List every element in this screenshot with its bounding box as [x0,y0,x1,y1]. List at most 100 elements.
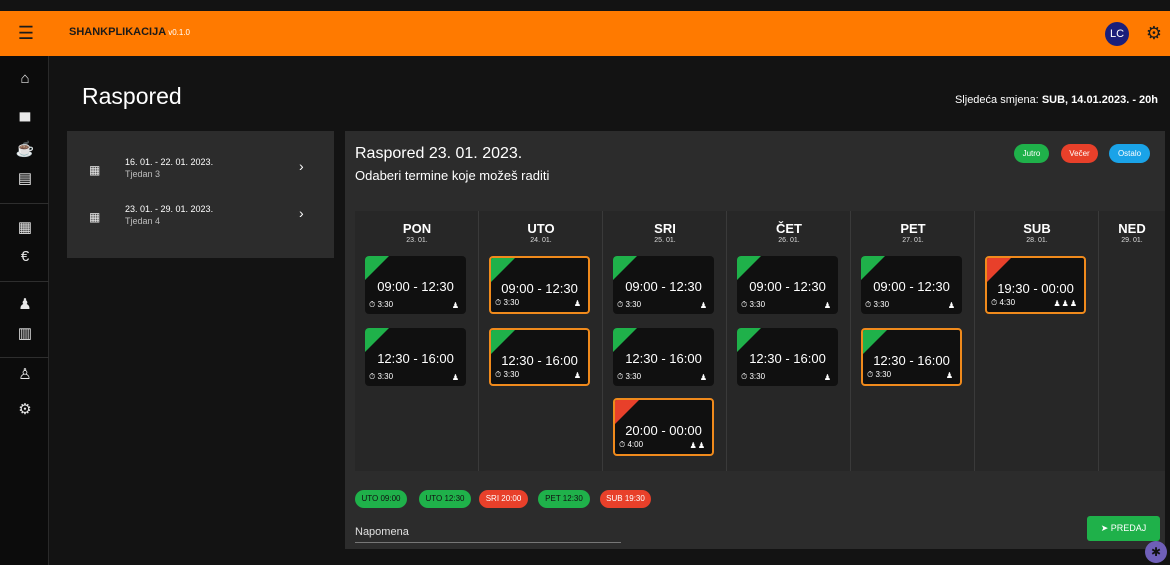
day-column-pet: PET 27. 01. 09:00 - 12:30 ⏱ 3:30 ♟ 12:30… [851,211,975,471]
schedule-subtitle: Odaberi termine koje možeš raditi [355,168,550,183]
day-column-uto: UTO 24. 01. 09:00 - 12:30 ⏱ 3:30 ♟ 12:30… [479,211,603,471]
next-shift-label: Sljedeća smjena: [954,94,1039,106]
day-date: 28. 01. [1026,237,1048,244]
shift-card[interactable]: 09:00 - 12:30 ⏱ 3:30 ♟ [737,256,838,314]
sidebar: ⌂ ▀ ☕ ▤ ▦ € ♟ ▥ ♙ ⚙ [0,56,49,565]
day-name: NED [1118,221,1146,236]
legend-other: Ostalo [1109,144,1150,163]
shift-duration: ⏱ 3:30 [741,372,766,381]
day-column-pon: PON 23. 01. 09:00 - 12:30 ⏱ 3:30 ♟ 12:30… [355,211,479,471]
shift-duration: ⏱ 3:30 [495,370,520,379]
shift-card-selected[interactable]: 12:30 - 16:00 ⏱ 3:30 ♟ [861,328,962,386]
day-column-ned: NED 29. 01. [1099,211,1165,471]
shift-card[interactable]: 12:30 - 16:00 ⏱ 3:30 ♟ [613,328,714,386]
day-date: 24. 01. [530,237,552,244]
shift-time: 20:00 - 00:00 [625,423,702,438]
morning-marker [861,256,885,280]
person-icon: ♟ [573,371,582,380]
note-field[interactable]: Napomena [355,526,409,538]
selected-shift-chip[interactable]: SUB 19:30 [600,490,651,508]
week-item[interactable]: ▦ 23. 01. - 29. 01. 2023. Tjedan 4 › [67,200,334,240]
morning-marker [613,328,637,352]
shift-card-selected[interactable]: 09:00 - 12:30 ⏱ 3:30 ♟ [489,256,590,314]
shift-card[interactable]: 12:30 - 16:00 ⏱ 3:30 ♟ [365,328,466,386]
shift-card[interactable]: 09:00 - 12:30 ⏱ 3:30 ♟ [365,256,466,314]
shift-card-selected[interactable]: 19:30 - 00:00 ⏱ 4:30 ♟♟♟ [985,256,1086,314]
bug-report-icon[interactable]: ✱ [1145,541,1167,563]
avatar[interactable]: LC [1105,22,1129,46]
menu-icon[interactable]: ☰ [16,23,36,43]
week-grid: PON 23. 01. 09:00 - 12:30 ⏱ 3:30 ♟ 12:30… [355,211,1165,471]
shift-time: 12:30 - 16:00 [377,351,454,366]
morning-marker [737,328,761,352]
shift-duration: ⏱ 3:30 [369,372,394,381]
person-icon: ♟ [823,373,832,382]
shift-time: 12:30 - 16:00 [625,351,702,366]
group-icon[interactable]: ♟ [14,294,36,316]
morning-marker [863,330,887,354]
submit-label: PREDAJ [1110,523,1147,533]
selected-shift-chip[interactable]: UTO 09:00 [355,490,407,508]
shift-duration: ⏱ 3:30 [617,300,642,309]
person-icon: ♟ [451,373,460,382]
morning-marker [613,256,637,280]
shift-time: 12:30 - 16:00 [501,353,578,368]
beer-icon[interactable]: ☕ [14,139,36,161]
morning-marker [365,328,389,352]
chevron-right-icon: › [299,205,304,221]
shift-time: 09:00 - 12:30 [501,281,578,296]
calendar-icon: ▦ [89,163,101,177]
person-icon: ♟ [823,301,832,310]
shift-card[interactable]: 09:00 - 12:30 ⏱ 3:30 ♟ [613,256,714,314]
settings-icon[interactable]: ⚙ [14,399,36,421]
day-date: 25. 01. [654,237,676,244]
note-underline [355,542,621,543]
week-range: 23. 01. - 29. 01. 2023. [125,204,214,214]
shift-time: 09:00 - 12:30 [873,279,950,294]
shift-duration: ⏱ 3:30 [865,300,890,309]
shift-card[interactable]: 09:00 - 12:30 ⏱ 3:30 ♟ [861,256,962,314]
person-icon: ♟ [699,373,708,382]
legend-morning: Jutro [1014,144,1049,163]
week-item[interactable]: ▦ 16. 01. - 22. 01. 2023. Tjedan 3 › [67,153,334,193]
shift-card-selected[interactable]: 12:30 - 16:00 ⏱ 3:30 ♟ [489,328,590,386]
person-icon: ♟ [451,301,460,310]
shift-time: 12:30 - 16:00 [873,353,950,368]
page-title: Raspored [82,83,182,109]
calendar-icon[interactable]: ▦ [14,217,36,239]
selected-shift-chip[interactable]: SRI 20:00 [479,490,528,508]
shift-card-selected[interactable]: 20:00 - 00:00 ⏱ 4:00 ♟♟ [613,398,714,456]
shift-time: 09:00 - 12:30 [377,279,454,294]
week-label: Tjedan 4 [125,216,161,226]
app-brand[interactable]: SHANKPLIKACIJA v0.1.0 [69,26,190,38]
selected-shift-chip[interactable]: PET 12:30 [538,490,590,508]
building-icon[interactable]: ▀ [14,111,36,133]
day-name: PON [402,221,432,236]
person-icon: ♟ [573,299,582,308]
submit-button[interactable]: ➤ PREDAJ [1087,516,1160,541]
person-icon: ♟♟ [689,441,706,450]
euro-icon[interactable]: € [14,246,36,268]
home-icon[interactable]: ⌂ [14,68,36,90]
selected-shift-chip[interactable]: UTO 12:30 [419,490,471,508]
shift-card[interactable]: 12:30 - 16:00 ⏱ 3:30 ♟ [737,328,838,386]
evening-marker [615,400,639,424]
day-name: SRI [654,221,676,236]
shift-time: 19:30 - 00:00 [997,281,1074,296]
person-icon[interactable]: ♙ [14,364,36,386]
day-date: 27. 01. [902,237,924,244]
gear-icon[interactable]: ⚙ [1143,22,1165,44]
sidebar-divider [0,203,49,204]
shift-time: 09:00 - 12:30 [749,279,826,294]
morning-marker [737,256,761,280]
clipboard-icon[interactable]: ▤ [14,168,36,190]
shift-duration: ⏱ 3:30 [369,300,394,309]
inventory-icon[interactable]: ▥ [14,323,36,345]
sidebar-divider [0,281,49,282]
week-range: 16. 01. - 22. 01. 2023. [125,157,214,167]
evening-marker [987,258,1011,282]
day-name: UTO [527,221,555,236]
day-date: 29. 01. [1121,237,1143,244]
weeks-list: ▦ 16. 01. - 22. 01. 2023. Tjedan 3 › ▦ 2… [67,131,334,258]
day-column-sub: SUB 28. 01. 19:30 - 00:00 ⏱ 4:30 ♟♟♟ [975,211,1099,471]
